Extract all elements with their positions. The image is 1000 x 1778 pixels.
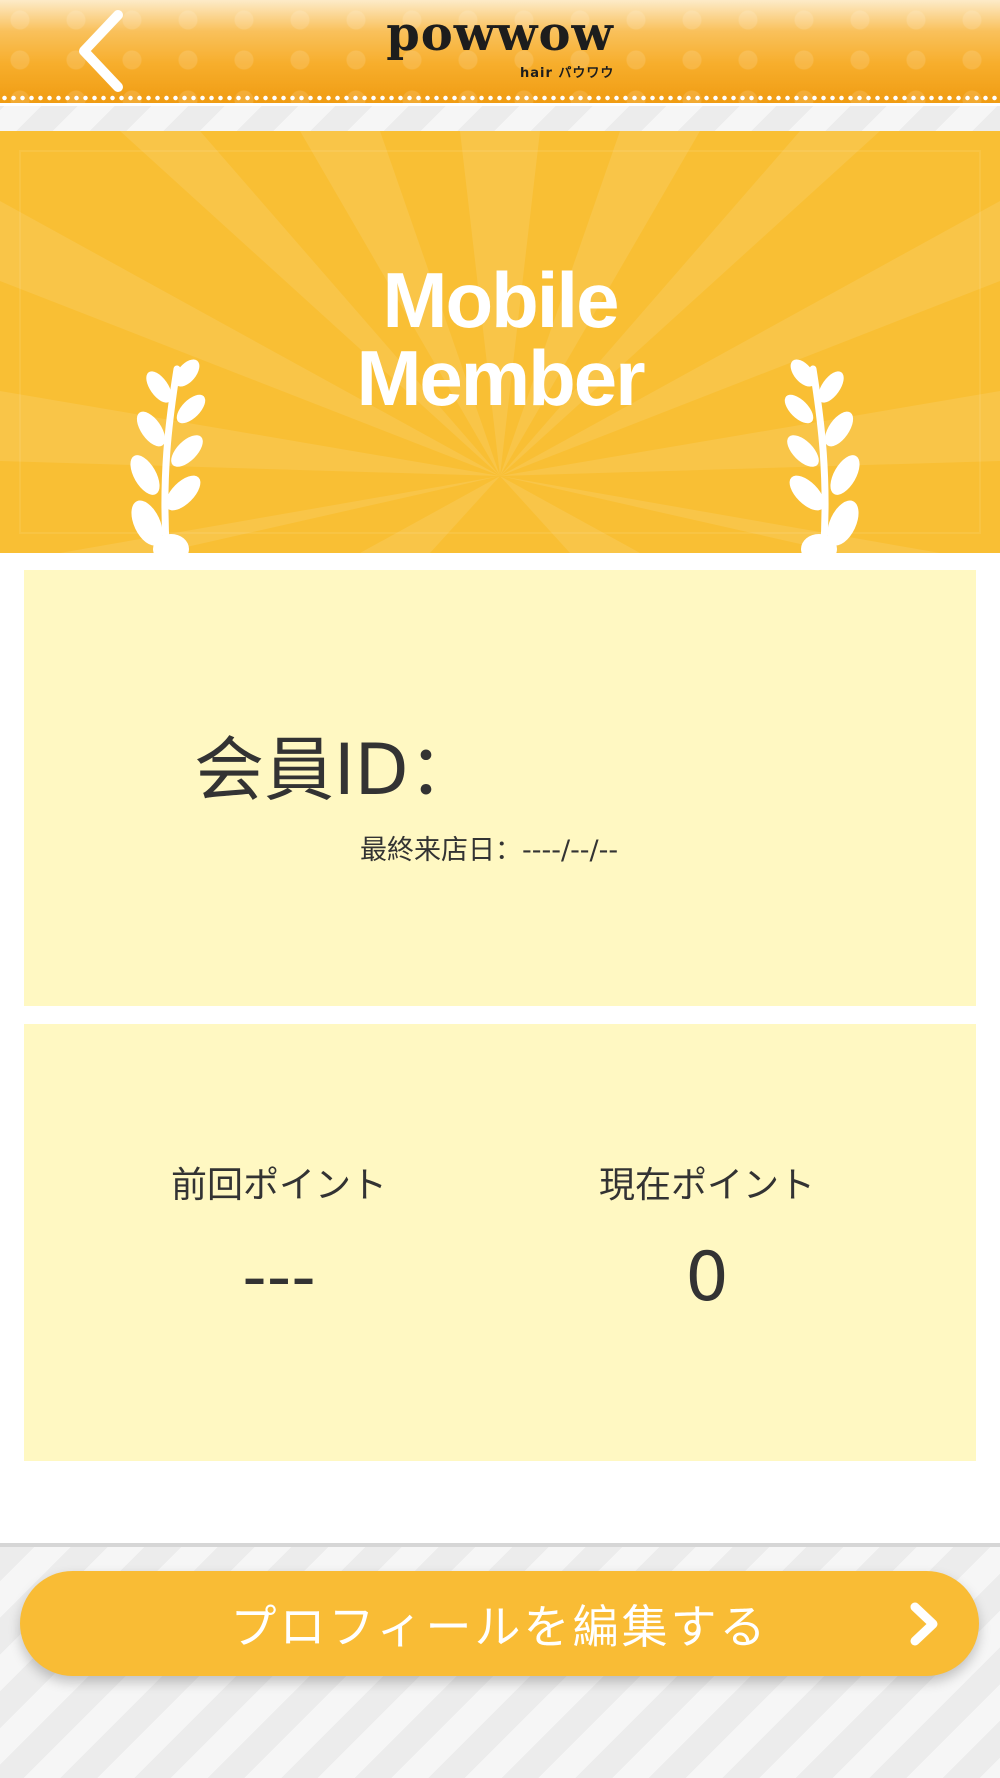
- logo-subtext: hair パウワウ: [520, 66, 615, 81]
- member-info-card: 会員ID： 最終来店日：----/--/--: [24, 570, 976, 1006]
- chevron-right-icon: [910, 1602, 938, 1646]
- logo-text: powwow: [386, 6, 614, 62]
- previous-points-label: 前回ポイント: [170, 1165, 387, 1206]
- app-header: powwow hair パウワウ: [0, 0, 1000, 106]
- current-points-label: 現在ポイント: [598, 1165, 815, 1206]
- header-dotted-border: [0, 95, 1000, 101]
- current-points-value: 0: [685, 1238, 729, 1317]
- member-id-label: 会員ID：: [194, 729, 479, 811]
- mobile-member-banner: Mobile Member: [0, 131, 1000, 553]
- previous-points-value: ---: [242, 1238, 316, 1317]
- points-card: 前回ポイント --- 現在ポイント 0: [24, 1024, 976, 1461]
- edit-profile-button[interactable]: プロフィールを編集する: [20, 1571, 979, 1676]
- member-content: 会員ID： 最終来店日：----/--/-- 前回ポイント --- 現在ポイント…: [0, 553, 1000, 1547]
- laurel-icon: [784, 359, 860, 553]
- current-points: 現在ポイント 0: [497, 1164, 917, 1318]
- app-logo: powwow hair パウワウ: [0, 6, 1000, 81]
- last-visit-date: 最終来店日：----/--/--: [360, 835, 619, 866]
- edit-profile-label: プロフィールを編集する: [230, 1599, 769, 1654]
- banner-title-line1: Mobile: [382, 256, 620, 344]
- previous-points: 前回ポイント ---: [69, 1164, 489, 1318]
